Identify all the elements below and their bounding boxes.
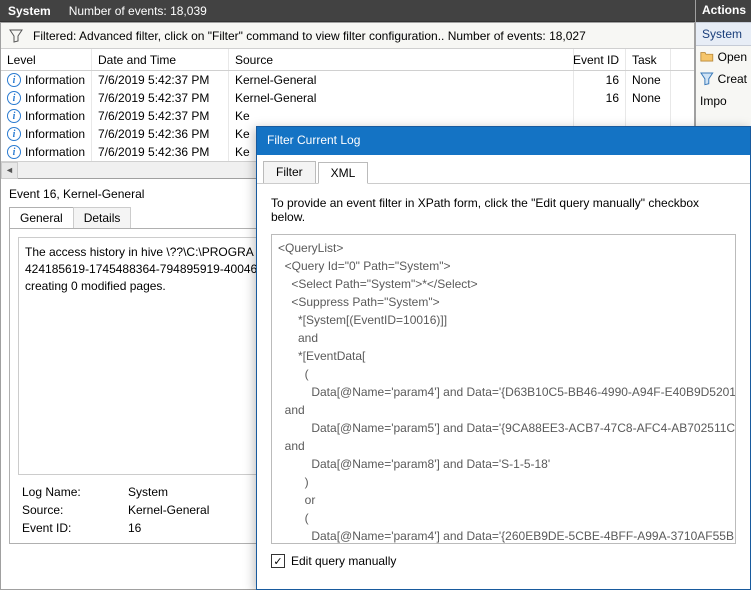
filter-log-dialog: Filter Current Log Filter XML To provide… [256,126,751,590]
action-create-filter[interactable]: Creat [696,68,751,90]
dialog-tabs: Filter XML [257,155,750,184]
funnel-icon [9,29,23,43]
table-row[interactable]: iInformation 7/6/2019 5:42:37 PM Kernel-… [1,71,694,89]
scroll-left-arrow[interactable]: ◄ [1,162,18,179]
filter-text: Filtered: Advanced filter, click on "Fil… [33,29,586,43]
tab-filter[interactable]: Filter [263,161,316,183]
grid-header: Level Date and Time Source Event ID Task [1,49,694,71]
info-icon: i [7,73,21,87]
edit-manually-row[interactable]: ✓ Edit query manually [271,554,736,568]
col-datetime[interactable]: Date and Time [92,49,229,70]
tab-details[interactable]: Details [73,207,132,228]
info-icon: i [7,127,21,141]
checkbox-icon[interactable]: ✓ [271,554,285,568]
col-level[interactable]: Level [1,49,92,70]
action-label: Impo [700,94,727,108]
col-source[interactable]: Source [229,49,574,70]
xml-query-box[interactable]: <QueryList> <Query Id="0" Path="System">… [271,234,736,544]
actions-group[interactable]: System [696,22,751,46]
tab-xml[interactable]: XML [318,162,369,184]
filter-info-bar: Filtered: Advanced filter, click on "Fil… [1,23,694,49]
folder-open-icon [700,50,714,64]
info-icon: i [7,91,21,105]
funnel-icon [700,72,714,86]
dialog-title: Filter Current Log [257,127,750,155]
action-label: Open [718,50,747,64]
tab-general[interactable]: General [9,207,74,228]
table-row[interactable]: iInformation 7/6/2019 5:42:37 PM Ke [1,107,694,125]
title-bar: System Number of events: 18,039 [0,0,751,22]
log-name: System [8,4,51,18]
action-import[interactable]: Impo [696,90,751,112]
actions-header: Actions [696,0,751,22]
table-row[interactable]: iInformation 7/6/2019 5:42:37 PM Kernel-… [1,89,694,107]
checkbox-label: Edit query manually [291,554,396,568]
col-task[interactable]: Task [626,49,671,70]
event-count: Number of events: 18,039 [69,4,207,18]
info-icon: i [7,109,21,123]
action-open[interactable]: Open [696,46,751,68]
col-event-id[interactable]: Event ID [574,49,626,70]
dialog-instruction: To provide an event filter in XPath form… [271,196,736,224]
action-label: Creat [718,72,747,86]
info-icon: i [7,145,21,159]
dialog-body: To provide an event filter in XPath form… [257,184,750,580]
